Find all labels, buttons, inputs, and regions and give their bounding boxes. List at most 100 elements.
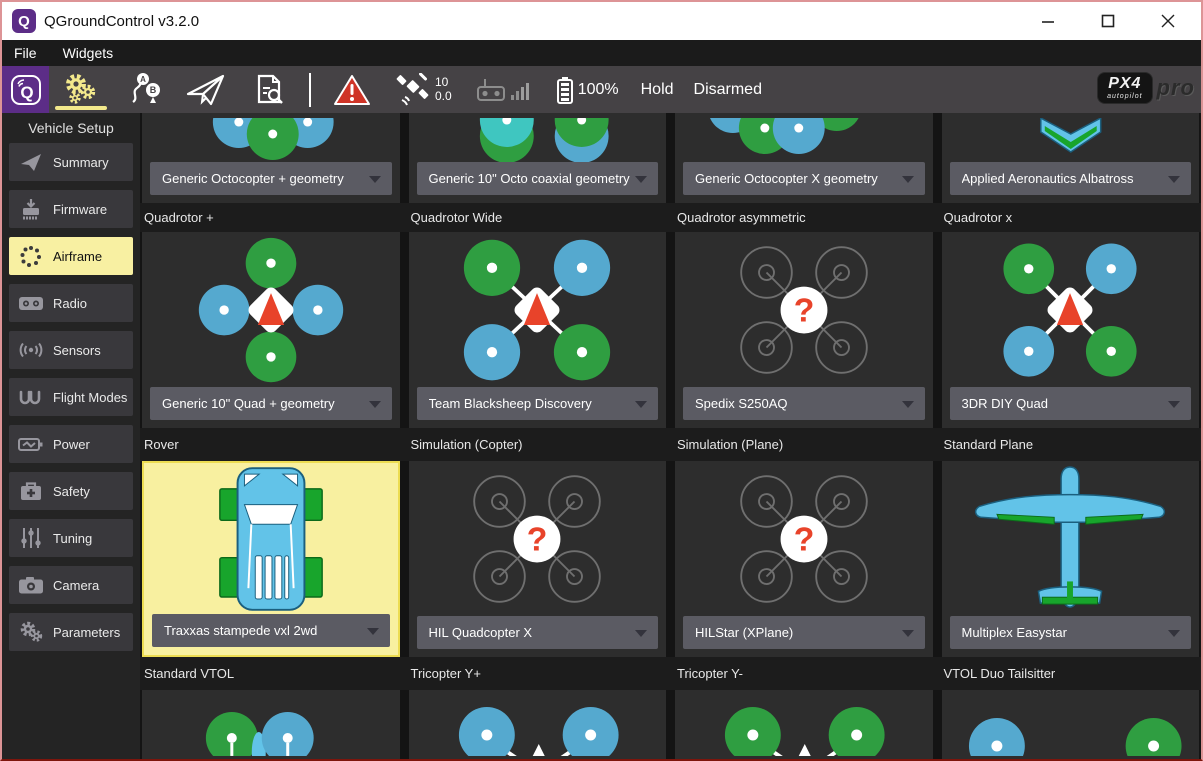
window-title: QGroundControl v3.2.0: [44, 13, 199, 30]
airframe-dropdown[interactable]: Generic 10" Quad + geometry: [150, 387, 392, 420]
section-label: Rover: [142, 437, 400, 452]
firmware-download-icon: [18, 197, 44, 221]
sidebar-item-airframe[interactable]: Airframe: [9, 237, 133, 275]
minimize-icon[interactable]: [1039, 12, 1057, 30]
airframe-card-standard-plane[interactable]: Multiplex Easystar: [942, 461, 1200, 657]
vehicle-setup-button[interactable]: [49, 66, 113, 113]
menu-bar: File Widgets: [2, 40, 1201, 66]
airframe-dropdown[interactable]: Team Blacksheep Discovery: [417, 387, 659, 420]
active-view-underline: [55, 106, 107, 110]
airframe-card-rover-selected[interactable]: Traxxas stampede vxl 2wd: [142, 461, 400, 657]
armed-state[interactable]: Disarmed: [684, 81, 772, 99]
menu-file[interactable]: File: [14, 45, 37, 61]
sidebar-item-firmware[interactable]: Firmware: [9, 190, 133, 228]
airframe-card-standard-vtol[interactable]: [142, 690, 400, 759]
sidebar-item-radio[interactable]: Radio: [9, 284, 133, 322]
airframe-card-quad-wide[interactable]: Team Blacksheep Discovery: [409, 232, 667, 428]
power-battery-icon: [18, 432, 44, 456]
rover-truck-image: [144, 463, 398, 614]
airframe-dropdown[interactable]: Multiplex Easystar: [950, 616, 1192, 649]
airframe-dropdown[interactable]: Spedix S250AQ: [683, 387, 925, 420]
close-icon[interactable]: [1159, 12, 1177, 30]
sidebar-item-power[interactable]: Power: [9, 425, 133, 463]
title-bar: Q QGroundControl v3.2.0: [2, 2, 1201, 40]
airframe-dropdown[interactable]: Applied Aeronautics Albatross: [950, 162, 1192, 195]
airframe-dots-icon: [18, 244, 44, 268]
airframe-card-tricopter-y-minus[interactable]: [675, 690, 933, 759]
analyze-view-button[interactable]: [239, 66, 299, 113]
airframe-dropdown[interactable]: Generic 10" Octo coaxial geometry: [417, 162, 659, 195]
section-label: Simulation (Plane): [675, 437, 933, 452]
airframe-row-quadrotor: Generic 10" Quad + geometry Team Blacksh: [140, 232, 1201, 428]
map-route-icon: A B: [125, 72, 161, 108]
octo-coaxial-image: [409, 113, 667, 162]
sidebar-item-sensors[interactable]: Sensors: [9, 331, 133, 369]
fly-view-button[interactable]: [173, 66, 239, 113]
airframe-row-rover-sim: Traxxas stampede vxl 2wd ?: [140, 461, 1201, 657]
octocopter-x-image: [675, 113, 933, 162]
airframe-card-octo-coaxial[interactable]: Generic 10" Octo coaxial geometry: [409, 113, 667, 203]
flight-mode-selector[interactable]: Hold: [631, 81, 684, 99]
sidebar-item-flight-modes[interactable]: Flight Modes: [9, 378, 133, 416]
qgc-logo-button[interactable]: Q: [2, 66, 49, 113]
rc-rssi-indicator[interactable]: [464, 66, 544, 113]
sidebar-item-parameters[interactable]: Parameters: [9, 613, 133, 651]
svg-text:Q: Q: [20, 83, 33, 102]
sidebar-item-tuning[interactable]: Tuning: [9, 519, 133, 557]
px4-label: PX4: [1108, 75, 1141, 92]
maximize-icon[interactable]: [1099, 12, 1117, 30]
airframe-dropdown[interactable]: Traxxas stampede vxl 2wd: [152, 614, 390, 647]
battery-icon: [556, 75, 574, 105]
section-labels: Rover Simulation (Copter) Simulation (Pl…: [140, 428, 1201, 461]
airframe-card-quad-asymmetric[interactable]: ? Spedix S250AQ: [675, 232, 933, 428]
sidebar-item-camera[interactable]: Camera: [9, 566, 133, 604]
airframe-card-tricopter-y-plus[interactable]: [409, 690, 667, 759]
quad-x-image: [942, 232, 1200, 387]
airframe-card-quad-x[interactable]: 3DR DIY Quad: [942, 232, 1200, 428]
safety-firstaid-icon: [18, 479, 44, 503]
airframe-card-albatross[interactable]: Applied Aeronautics Albatross: [942, 113, 1200, 203]
chevron-down-icon: [902, 401, 914, 408]
battery-percent: 100%: [578, 81, 619, 99]
airframe-card-sim-copter[interactable]: ? HIL Quadcopter X: [409, 461, 667, 657]
section-label: Quadrotor x: [942, 210, 1200, 225]
qgc-logo-icon: Q: [9, 73, 43, 107]
airframe-dropdown[interactable]: HIL Quadcopter X: [417, 616, 659, 649]
airframe-card-quad-plus[interactable]: Generic 10" Quad + geometry: [142, 232, 400, 428]
section-label: Quadrotor Wide: [409, 210, 667, 225]
battery-indicator[interactable]: 100%: [544, 66, 631, 113]
gps-indicator[interactable]: 10 0.0: [383, 66, 464, 113]
px4-badge: PX4 autopilot: [1098, 73, 1151, 103]
airframe-dropdown[interactable]: HILStar (XPlane): [683, 616, 925, 649]
airframe-card-octocopter-x[interactable]: Generic Octocopter X geometry: [675, 113, 933, 203]
sidebar-header: Vehicle Setup: [2, 113, 140, 143]
rc-transmitter-icon: [476, 75, 510, 105]
message-indicator[interactable]: [321, 66, 383, 113]
airframe-card-vtol-duo-tailsitter[interactable]: [942, 690, 1200, 759]
unknown-airframe-image: ?: [409, 461, 667, 616]
section-label: Standard Plane: [942, 437, 1200, 452]
airframe-dropdown[interactable]: Generic Octocopter X geometry: [683, 162, 925, 195]
standard-vtol-image: [142, 690, 400, 759]
sidebar-item-safety[interactable]: Safety: [9, 472, 133, 510]
radio-icon: [18, 291, 44, 315]
plan-view-button[interactable]: A B: [113, 66, 173, 113]
px4-pro-logo: PX4 autopilot pro: [1098, 73, 1195, 103]
airframe-card-sim-plane[interactable]: ? HILStar (XPlane): [675, 461, 933, 657]
unknown-airframe-image: ?: [675, 232, 933, 387]
airframe-card-octocopter-plus[interactable]: Generic Octocopter + geometry: [142, 113, 400, 203]
menu-widgets[interactable]: Widgets: [63, 45, 114, 61]
sidebar-item-summary[interactable]: Summary: [9, 143, 133, 181]
chevron-down-icon: [902, 176, 914, 183]
airframe-row-octocopter: Generic Octocopter + geometry Generic 10…: [140, 113, 1201, 203]
chevron-down-icon: [635, 176, 647, 183]
albatross-tail-image: [942, 113, 1200, 162]
main-toolbar: Q A B: [2, 66, 1201, 113]
chevron-down-icon: [635, 401, 647, 408]
plane-image: [942, 461, 1200, 616]
airframe-dropdown[interactable]: Generic Octocopter + geometry: [150, 162, 392, 195]
svg-text:B: B: [150, 85, 157, 95]
section-label: VTOL Duo Tailsitter: [942, 666, 1200, 681]
px4-pro-label: pro: [1157, 75, 1195, 101]
airframe-dropdown[interactable]: 3DR DIY Quad: [950, 387, 1192, 420]
